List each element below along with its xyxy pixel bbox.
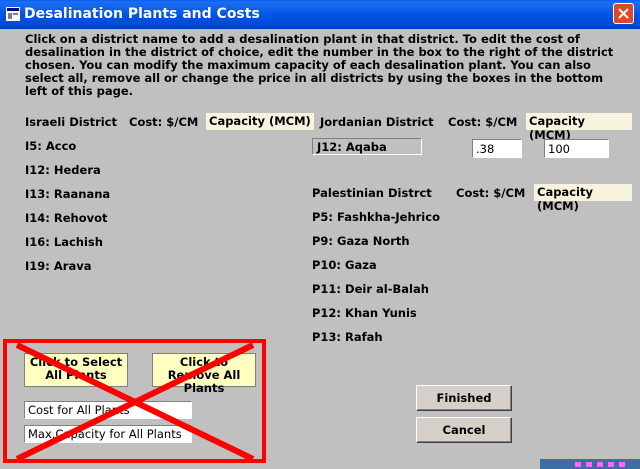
israeli-cost-header: Cost: $/CM [129, 115, 199, 129]
israeli-district-item[interactable]: I19: Arava [25, 259, 91, 273]
title-bar[interactable]: Desalination Plants and Costs [0, 0, 640, 29]
taskbar-fragment [540, 459, 640, 469]
palestinian-district-item[interactable]: P13: Rafah [312, 330, 383, 344]
israeli-district-item[interactable]: I16: Lachish [25, 235, 103, 249]
israeli-district-item[interactable]: I13: Raanana [25, 187, 110, 201]
israeli-district-item[interactable]: I5: Acco [25, 139, 76, 153]
israeli-district-header: Israeli District [25, 115, 117, 129]
israeli-district-item[interactable]: I14: Rehovot [25, 211, 108, 225]
palestinian-district-item[interactable]: P10: Gaza [312, 258, 377, 272]
palestinian-capacity-header: Capacity (MCM) [534, 184, 632, 213]
cancel-button[interactable]: Cancel [416, 417, 512, 443]
palestinian-district-item[interactable]: P5: Fashkha-Jehrico [312, 210, 440, 224]
instructions-text: Click on a district name to add a desali… [25, 32, 614, 98]
selected-district-label: J12: Aqaba [317, 140, 387, 154]
palestinian-district-header: Palestinian Distrct [312, 186, 432, 200]
selected-district-jordan[interactable]: J12: Aqaba [312, 138, 422, 155]
jordan-capacity-input[interactable] [544, 139, 609, 158]
window-title: Desalination Plants and Costs [24, 6, 260, 22]
palestinian-district-item[interactable]: P11: Deir al-Balah [312, 282, 429, 296]
finished-button[interactable]: Finished [416, 385, 512, 411]
app-icon [6, 7, 20, 21]
jordanian-capacity-header: Capacity (MCM) [526, 113, 632, 142]
desalination-window: Desalination Plants and Costs Click on a… [0, 0, 640, 469]
jordanian-cost-header: Cost: $/CM [448, 115, 518, 129]
jordan-cost-input[interactable] [472, 139, 522, 158]
palestinian-cost-header: Cost: $/CM [456, 186, 526, 200]
close-button[interactable] [613, 3, 634, 24]
jordanian-district-header: Jordanian District [320, 115, 434, 129]
red-cross-icon [15, 342, 255, 462]
israeli-capacity-header: Capacity (MCM) [206, 113, 314, 130]
palestinian-district-item[interactable]: P12: Khan Yunis [312, 306, 417, 320]
close-icon [618, 8, 629, 19]
palestinian-district-item[interactable]: P9: Gaza North [312, 234, 410, 248]
israeli-district-item[interactable]: I12: Hedera [25, 163, 101, 177]
